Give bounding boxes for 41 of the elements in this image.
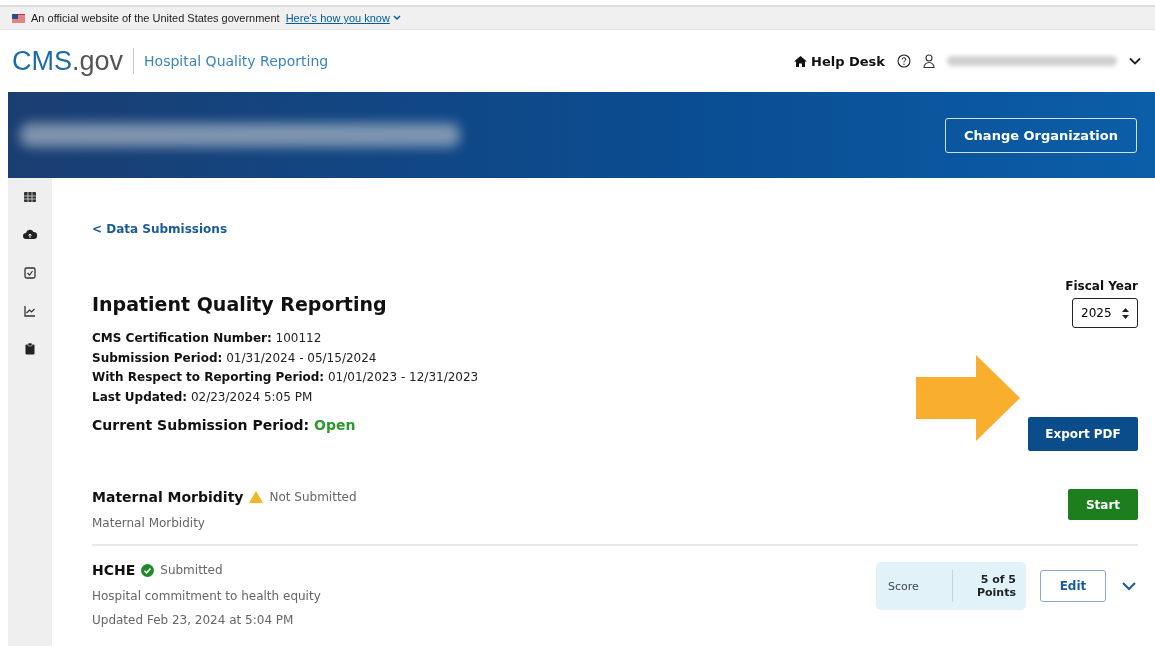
app-name: Hospital Quality Reporting — [144, 53, 329, 69]
line-chart-icon[interactable] — [23, 304, 37, 318]
user-icon[interactable] — [923, 54, 935, 68]
export-pdf-button[interactable]: Export PDF — [1028, 417, 1138, 451]
help-desk-link[interactable]: Help Desk — [794, 53, 885, 69]
start-button[interactable]: Start — [1068, 489, 1138, 520]
fiscal-year-select[interactable]: 2025 — [1072, 298, 1138, 328]
page-title: Inpatient Quality Reporting — [92, 293, 388, 315]
detail-line: Submission Period: 01/31/2024 - 05/15/2024 — [92, 349, 378, 367]
how-you-know-link[interactable]: Here's how you know — [285, 12, 401, 24]
help-icon[interactable] — [897, 54, 911, 68]
score-label: Score — [887, 579, 920, 593]
status-text: Submitted — [160, 563, 223, 577]
measure-name: HCHE — [92, 562, 136, 578]
sort-icon — [1122, 307, 1129, 319]
fiscal-year-label: Fiscal Year — [1065, 279, 1138, 293]
grid-icon[interactable] — [23, 190, 37, 204]
cloud-upload-icon[interactable] — [23, 228, 37, 242]
checkbox-icon[interactable] — [23, 266, 37, 280]
us-flag-icon — [12, 13, 25, 23]
chevron-down-icon — [392, 15, 401, 21]
back-link[interactable]: < Data Submissions — [92, 222, 228, 236]
chevron-down-icon[interactable] — [1129, 57, 1141, 65]
status-text: Not Submitted — [269, 490, 357, 504]
edit-button[interactable]: Edit — [1040, 570, 1106, 602]
clipboard-icon[interactable] — [23, 342, 37, 356]
home-icon — [794, 55, 807, 67]
measure-name: Maternal Morbidity — [92, 489, 244, 505]
official-website-text: An official website of the United States government — [31, 12, 280, 24]
change-organization-button[interactable]: Change Organization — [945, 117, 1137, 153]
detail-line: CMS Certification Number: 100112 — [92, 330, 323, 347]
cms-logo[interactable]: CMS.gov — [12, 45, 124, 77]
warning-icon — [249, 491, 264, 503]
score-value: 5 of 5 Points — [975, 573, 1017, 599]
current-period: Current Submission Period: Open — [92, 417, 357, 433]
measure-description: Hospital commitment to health equity — [92, 589, 322, 603]
check-circle-icon — [141, 563, 155, 577]
updated-text: Updated Feb 23, 2024 at 5:04 PM — [92, 613, 295, 627]
measure-description: Maternal Morbidity — [92, 516, 206, 530]
detail-line: Last Updated: 02/23/2024 5:05 PM — [92, 388, 314, 406]
detail-line: With Respect to Reporting Period: 01/01/2023 - 12/31/2023 — [92, 369, 480, 386]
